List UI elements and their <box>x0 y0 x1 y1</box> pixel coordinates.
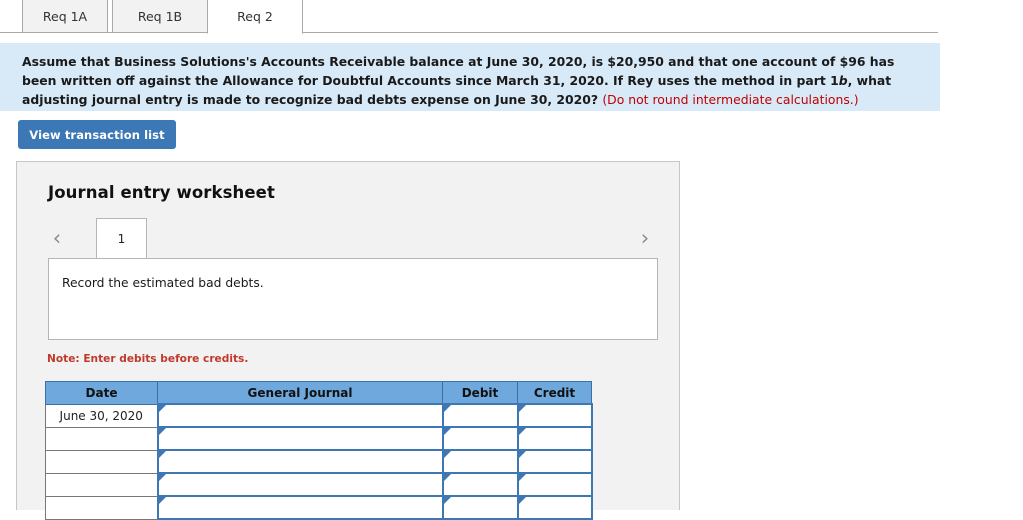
worksheet-page-tab-1[interactable]: 1 <box>96 218 147 259</box>
journal-entry-worksheet-panel: Journal entry worksheet ‹ 1 › Record the… <box>16 161 680 520</box>
cell-general-journal[interactable] <box>156 472 444 497</box>
cell-debit[interactable] <box>441 426 519 451</box>
table-row <box>45 472 593 497</box>
cell-date[interactable] <box>45 449 158 474</box>
chevron-right-icon[interactable]: › <box>636 226 654 250</box>
question-text: Assume that Business Solutions's Account… <box>22 52 922 109</box>
tab-req-2[interactable]: Req 2 <box>207 0 303 34</box>
question-rounding-note: (Do not round intermediate calculations.… <box>602 92 859 107</box>
table-row <box>45 426 593 451</box>
cell-general-journal[interactable] <box>156 426 444 451</box>
requirement-tab-bar: Req 1A Req 1B Req 2 <box>0 0 938 34</box>
cell-general-journal[interactable] <box>156 449 444 474</box>
worksheet-page-tabs: ‹ 1 › <box>48 218 658 260</box>
cell-debit[interactable] <box>441 449 519 474</box>
question-text-part1: Assume that Business Solutions's Account… <box>22 54 895 88</box>
cell-debit[interactable] <box>441 472 519 497</box>
journal-table-header: Date General Journal Debit Credit <box>45 381 592 405</box>
tab-req-1a[interactable]: Req 1A <box>22 0 108 33</box>
table-row <box>45 449 593 474</box>
column-header-date: Date <box>45 381 158 405</box>
chevron-left-icon[interactable]: ‹ <box>48 226 66 250</box>
cell-credit[interactable] <box>516 472 593 497</box>
cell-credit[interactable] <box>516 403 593 428</box>
cell-date[interactable] <box>45 472 158 497</box>
debits-before-credits-note: Note: Enter debits before credits. <box>47 353 249 365</box>
cell-date[interactable]: June 30, 2020 <box>45 403 158 428</box>
journal-table-body: June 30, 2020 <box>45 403 593 520</box>
worksheet-title: Journal entry worksheet <box>48 183 275 202</box>
worksheet-page-tab-1-label: 1 <box>117 232 126 246</box>
cell-general-journal[interactable] <box>156 495 444 520</box>
cell-date[interactable] <box>45 495 158 520</box>
tab-req-1b-label: Req 1B <box>137 8 183 24</box>
tab-req-2-label: Req 2 <box>237 9 273 24</box>
view-transaction-list-button[interactable]: View transaction list <box>18 120 176 149</box>
cell-debit[interactable] <box>441 403 519 428</box>
tab-req-1b[interactable]: Req 1B <box>112 0 208 33</box>
cell-credit[interactable] <box>516 495 593 520</box>
journal-table-header-row: Date General Journal Debit Credit <box>45 381 592 405</box>
cell-date[interactable] <box>45 426 158 451</box>
column-header-general-journal: General Journal <box>157 381 443 405</box>
worksheet-instruction-text: Record the estimated bad debts. <box>62 276 264 290</box>
column-header-debit: Debit <box>442 381 518 405</box>
journal-entry-table: Date General Journal Debit Credit June 3… <box>45 381 593 520</box>
worksheet-instruction-box: Record the estimated bad debts. <box>48 258 658 340</box>
cell-credit[interactable] <box>516 426 593 451</box>
table-row <box>45 495 593 520</box>
tab-req-1a-label: Req 1A <box>42 8 88 24</box>
question-prompt-box: Assume that Business Solutions's Account… <box>0 43 940 111</box>
table-row: June 30, 2020 <box>45 403 593 428</box>
cell-debit[interactable] <box>441 495 519 520</box>
cell-general-journal[interactable] <box>156 403 444 428</box>
question-text-italic: b <box>838 73 848 88</box>
cell-credit[interactable] <box>516 449 593 474</box>
column-header-credit: Credit <box>517 381 592 405</box>
